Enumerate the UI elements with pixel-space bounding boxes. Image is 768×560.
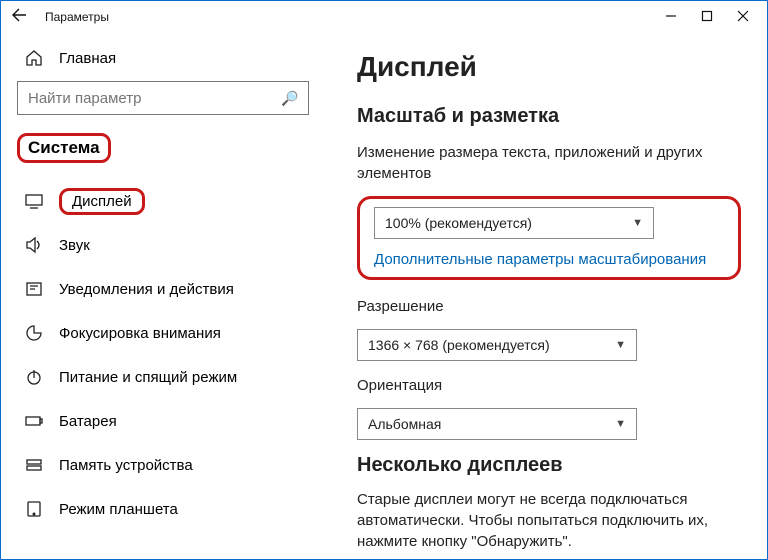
back-button[interactable] (7, 7, 31, 28)
resolution-label: Разрешение (357, 296, 717, 317)
chevron-down-icon: ▼ (632, 217, 643, 229)
notification-icon (25, 280, 43, 298)
minimize-button[interactable] (653, 10, 689, 25)
highlight-callout: 100% (рекомендуется) ▼ Дополнительные па… (357, 196, 741, 280)
sound-icon (25, 236, 43, 254)
sidebar-item-label: Звук (59, 237, 90, 254)
sidebar-home-label: Главная (59, 50, 116, 67)
storage-icon (25, 456, 43, 474)
maximize-button[interactable] (689, 10, 725, 25)
battery-icon (25, 412, 43, 430)
sidebar-item-label: Фокусировка внимания (59, 325, 221, 342)
page-title: Дисплей (357, 51, 741, 83)
scale-dropdown[interactable]: 100% (рекомендуется) ▼ (374, 207, 654, 239)
power-icon (25, 368, 43, 386)
sidebar-item-label: Память устройства (59, 457, 193, 474)
window-title: Параметры (45, 10, 109, 24)
orientation-value: Альбомная (368, 416, 615, 432)
sidebar-item-notifications[interactable]: Уведомления и действия (17, 267, 309, 311)
sidebar-item-display[interactable]: Дисплей (17, 179, 309, 223)
display-icon (25, 192, 43, 210)
sidebar-item-focus[interactable]: Фокусировка внимания (17, 311, 309, 355)
sidebar-home[interactable]: Главная (17, 43, 309, 81)
sidebar-item-storage[interactable]: Память устройства (17, 443, 309, 487)
sidebar-section-title: Система (17, 133, 111, 163)
settings-window: Параметры Главная 🔍 Система (0, 0, 768, 560)
tablet-icon (25, 500, 43, 518)
section-scale-title: Масштаб и разметка (357, 105, 741, 128)
section-multi-title: Несколько дисплеев (357, 454, 741, 477)
sidebar-item-tablet[interactable]: Режим планшета (17, 487, 309, 531)
orientation-label: Ориентация (357, 375, 717, 396)
resolution-dropdown[interactable]: 1366 × 768 (рекомендуется) ▼ (357, 329, 637, 361)
content-area: Дисплей Масштаб и разметка Изменение раз… (327, 33, 767, 559)
sidebar-item-battery[interactable]: Батарея (17, 399, 309, 443)
sidebar-item-label: Дисплей (59, 188, 145, 215)
scale-description: Изменение размера текста, приложений и д… (357, 142, 717, 184)
sidebar: Главная 🔍 Система Дисплей Звук (1, 33, 327, 559)
sidebar-nav: Дисплей Звук Уведомления и действия Фоку… (17, 179, 309, 531)
advanced-scaling-link[interactable]: Дополнительные параметры масштабирования (374, 251, 706, 268)
resolution-value: 1366 × 768 (рекомендуется) (368, 337, 615, 353)
chevron-down-icon: ▼ (615, 339, 626, 351)
sidebar-item-label: Батарея (59, 413, 117, 430)
search-input[interactable]: 🔍 (17, 81, 309, 115)
scale-value: 100% (рекомендуется) (385, 215, 632, 231)
search-icon: 🔍 (281, 90, 298, 107)
sidebar-item-label: Режим планшета (59, 501, 178, 518)
multi-description: Старые дисплеи могут не всегда подключат… (357, 489, 717, 552)
sidebar-item-power[interactable]: Питание и спящий режим (17, 355, 309, 399)
focus-icon (25, 324, 43, 342)
close-button[interactable] (725, 10, 761, 25)
sidebar-item-label: Питание и спящий режим (59, 369, 237, 386)
chevron-down-icon: ▼ (615, 418, 626, 430)
search-field[interactable] (28, 90, 281, 107)
sidebar-item-sound[interactable]: Звук (17, 223, 309, 267)
sidebar-item-label: Уведомления и действия (59, 281, 234, 298)
orientation-dropdown[interactable]: Альбомная ▼ (357, 408, 637, 440)
home-icon (25, 49, 43, 67)
titlebar: Параметры (1, 1, 767, 33)
